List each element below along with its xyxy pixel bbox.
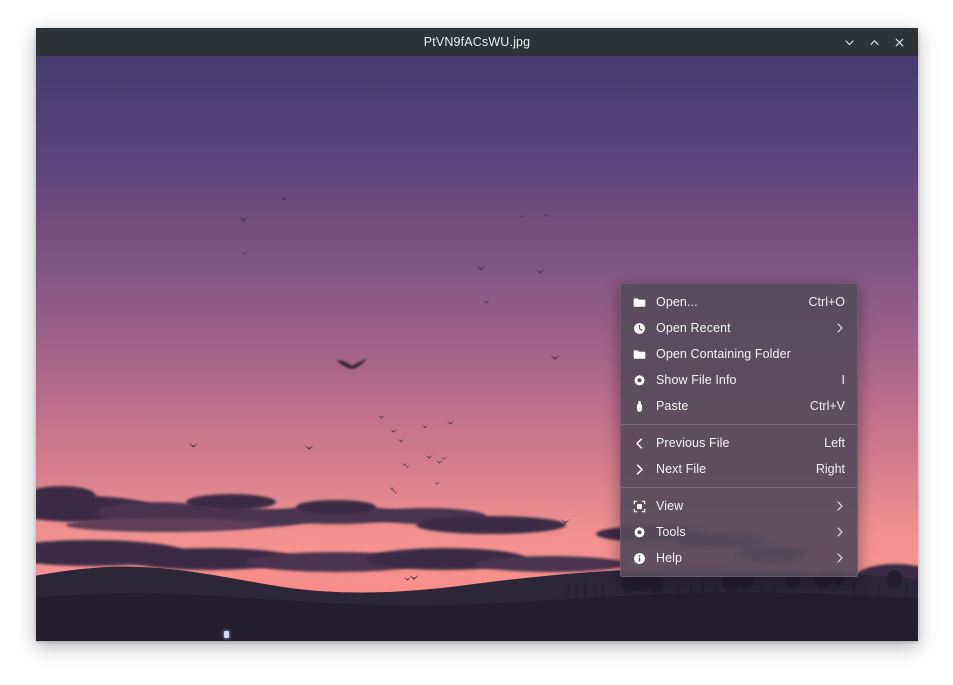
cloud	[296, 500, 376, 514]
cloud	[186, 494, 276, 510]
chevron-left-icon	[629, 437, 649, 450]
folder-icon	[629, 348, 649, 361]
menu-item-label: Open Containing Folder	[656, 347, 835, 361]
bird	[239, 216, 248, 222]
bird	[434, 481, 440, 485]
menu-item-label: Open...	[656, 295, 799, 309]
bird	[422, 424, 428, 429]
title-bar: PtVN9fACsWU.jpg	[36, 28, 918, 56]
paste-icon	[629, 400, 649, 413]
bird	[390, 428, 397, 433]
close-icon	[893, 36, 906, 49]
menu-item-accel: Left	[824, 436, 845, 450]
bird	[189, 442, 198, 448]
menu-item-open-recent[interactable]: Open Recent	[621, 315, 857, 341]
bird	[304, 444, 314, 450]
menu-item-help[interactable]: Help	[621, 545, 857, 571]
menu-separator	[621, 424, 857, 425]
bird	[398, 438, 404, 443]
clock-icon	[629, 322, 649, 335]
light-speck	[224, 631, 229, 638]
chevron-right-icon	[833, 322, 845, 334]
bird	[483, 299, 490, 304]
menu-item-accel: I	[842, 373, 845, 387]
menu-item-label: Previous File	[656, 436, 814, 450]
bird	[519, 214, 524, 218]
menu-item-paste[interactable]: Paste Ctrl+V	[621, 393, 857, 419]
menu-item-open-containing-folder[interactable]: Open Containing Folder	[621, 341, 857, 367]
chevron-right-icon	[629, 463, 649, 476]
gear-icon	[629, 526, 649, 539]
info-icon	[629, 552, 649, 565]
photo-canvas[interactable]: Open... Ctrl+O Open Recent	[36, 56, 918, 641]
chevron-up-icon	[868, 36, 881, 49]
menu-separator	[621, 487, 857, 488]
bird	[281, 196, 287, 201]
bird	[405, 464, 410, 468]
menu-item-tools[interactable]: Tools	[621, 519, 857, 545]
menu-item-accel: Ctrl+O	[809, 295, 845, 309]
menu-section-submenus: View Tools	[621, 492, 857, 572]
menu-section-file: Open... Ctrl+O Open Recent	[621, 288, 857, 420]
menu-item-label: Help	[656, 551, 823, 565]
image-viewer-window: PtVN9fACsWU.jpg	[36, 28, 918, 641]
bird	[425, 454, 433, 459]
chevron-right-icon	[833, 526, 845, 538]
bird	[544, 213, 549, 217]
menu-item-label: Show File Info	[656, 373, 832, 387]
chevron-right-icon	[833, 500, 845, 512]
maximize-button[interactable]	[862, 29, 887, 55]
menu-item-label: Paste	[656, 399, 800, 413]
menu-section-navigation: Previous File Left Next File Right	[621, 429, 857, 483]
menu-item-show-file-info[interactable]: Show File Info I	[621, 367, 857, 393]
menu-item-label: View	[656, 499, 823, 513]
menu-item-label: Tools	[656, 525, 823, 539]
menu-item-accel: Ctrl+V	[810, 399, 845, 413]
menu-item-accel: Right	[816, 462, 845, 476]
bird	[631, 596, 639, 601]
chevron-down-icon	[843, 36, 856, 49]
context-menu[interactable]: Open... Ctrl+O Open Recent	[620, 283, 858, 577]
gear-icon	[629, 374, 649, 387]
folder-icon	[629, 296, 649, 309]
bird	[550, 354, 560, 360]
close-button[interactable]	[887, 29, 912, 55]
bird	[441, 456, 447, 460]
bird	[561, 518, 570, 524]
menu-item-view[interactable]: View	[621, 493, 857, 519]
menu-item-open[interactable]: Open... Ctrl+O	[621, 289, 857, 315]
window-controls	[837, 28, 912, 56]
bird	[447, 420, 454, 425]
bird	[242, 251, 247, 255]
menu-item-label: Next File	[656, 462, 806, 476]
menu-item-label: Open Recent	[656, 321, 823, 335]
crop-frame-icon	[629, 500, 649, 513]
bird	[336, 356, 368, 374]
menu-item-next-file[interactable]: Next File Right	[621, 456, 857, 482]
minimize-button[interactable]	[837, 29, 862, 55]
bird	[476, 264, 486, 270]
bird	[536, 268, 545, 274]
bird	[378, 414, 385, 419]
bird	[404, 576, 411, 581]
menu-item-previous-file[interactable]: Previous File Left	[621, 430, 857, 456]
window-title: PtVN9fACsWU.jpg	[424, 35, 530, 49]
chevron-right-icon	[833, 552, 845, 564]
bird	[391, 488, 396, 492]
